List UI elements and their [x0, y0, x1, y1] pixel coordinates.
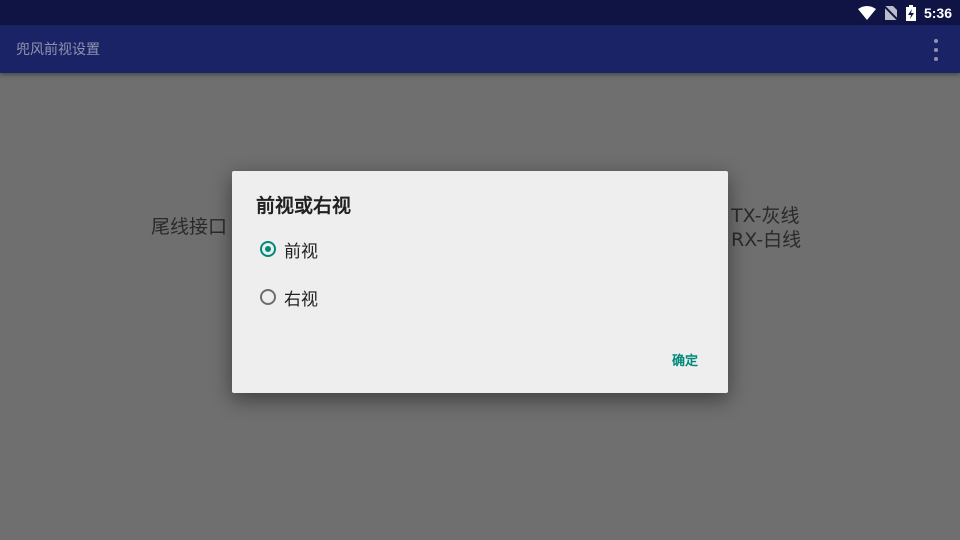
confirm-button[interactable]: 确定 — [666, 346, 704, 373]
radio-unchecked-icon[interactable] — [260, 289, 276, 305]
more-vert-icon[interactable] — [926, 39, 946, 61]
rx-wire-label: RX-白线 — [731, 229, 802, 251]
option-right-view[interactable]: 右视 — [260, 284, 318, 310]
status-bar: 5:36 — [0, 0, 960, 25]
option-front-view[interactable]: 前视 — [260, 236, 318, 262]
app-bar: 兜风前视设置 — [0, 25, 960, 73]
radio-checked-icon[interactable] — [260, 241, 276, 257]
tx-wire-label: TX-灰线 — [731, 205, 800, 227]
status-icons: 5:36 — [857, 3, 952, 23]
view-select-dialog: 前视或右视 前视 右视 确定 — [232, 171, 728, 393]
dialog-title: 前视或右视 — [256, 195, 352, 217]
wifi-icon — [857, 6, 876, 20]
tail-interface-label: 尾线接口 — [151, 216, 228, 238]
app-title: 兜风前视设置 — [16, 42, 100, 58]
option-label: 前视 — [284, 241, 318, 262]
no-sim-icon — [883, 5, 898, 21]
status-time: 5:36 — [923, 5, 952, 21]
option-label: 右视 — [284, 289, 318, 310]
battery-charging-icon — [905, 5, 916, 21]
